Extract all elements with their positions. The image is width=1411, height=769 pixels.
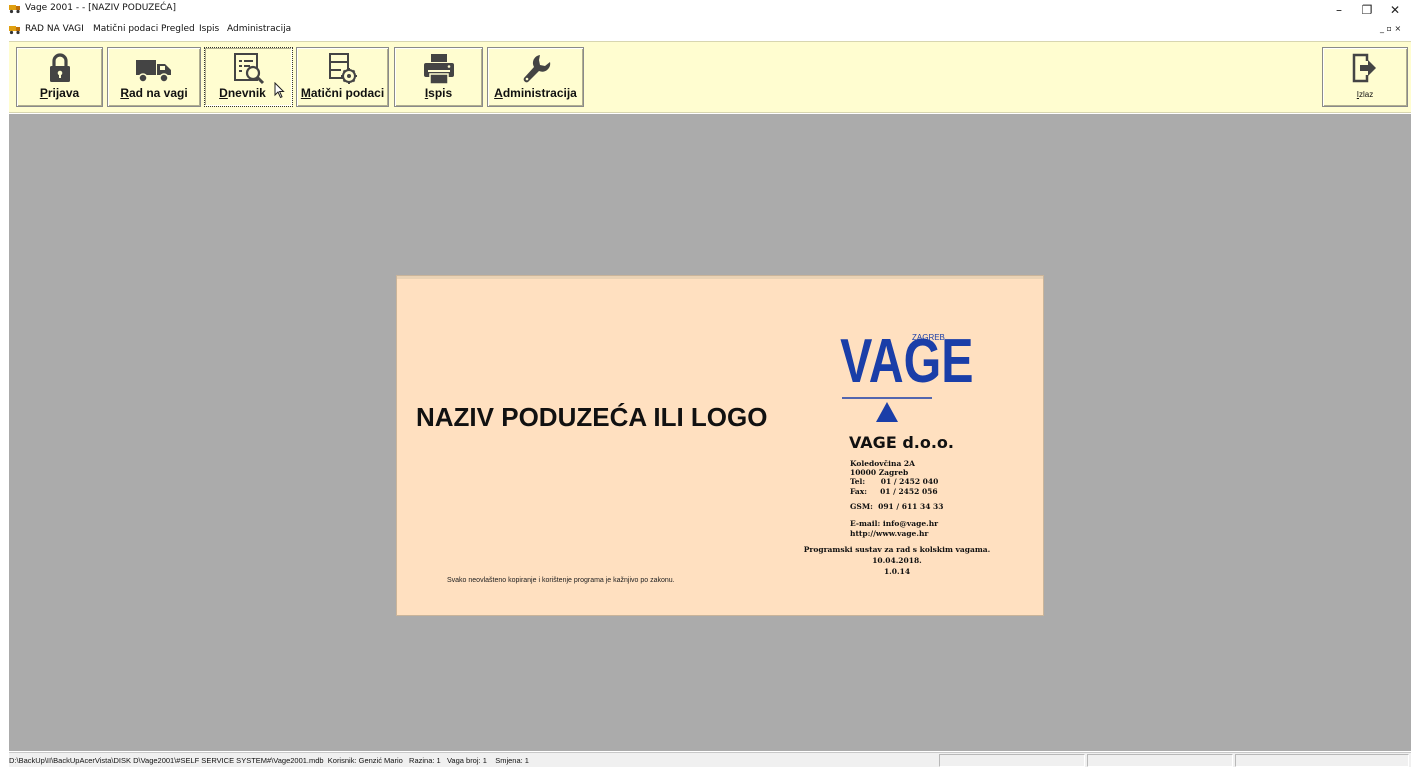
menu-ispis[interactable]: Ispis bbox=[199, 24, 219, 34]
status-panel-main: D:\BackUp\II\BackUpAcerVista\DISK D\Vage… bbox=[9, 754, 937, 767]
gsm-line: GSM: 091 / 611 34 33 bbox=[850, 502, 944, 511]
toolbar: Prijava Rad na vagi Dnevnik Matični poda… bbox=[9, 41, 1411, 113]
rad-na-vagi-button[interactable]: Rad na vagi bbox=[107, 47, 201, 107]
maticni-podaci-button[interactable]: Matični podaci bbox=[296, 47, 389, 107]
close-button[interactable]: ✕ bbox=[1381, 0, 1409, 20]
izlaz-label: Izlaz bbox=[1356, 90, 1374, 99]
rad-na-vagi-label: Rad na vagi bbox=[120, 86, 188, 100]
app-truck-icon bbox=[9, 5, 20, 14]
mdi-window-controls[interactable]: _ ▫ × bbox=[1380, 24, 1401, 33]
maticni-podaci-label: Matični podaci bbox=[300, 86, 385, 100]
prijava-label: Prijava bbox=[39, 86, 80, 100]
product-description: Programski sustav za rad s kolskim vagam… bbox=[803, 545, 991, 554]
web-line: http://www.vage.hr bbox=[850, 529, 929, 538]
splash-panel: NAZIV PODUZEĆA ILI LOGO Svako neovlašten… bbox=[396, 275, 1044, 616]
app-window: Vage 2001 - - [NAZIV PODUZEĆA] – ❐ ✕ RAD… bbox=[0, 0, 1411, 769]
wrench-icon bbox=[523, 55, 550, 83]
copyright-notice: Svako neovlašteno kopiranje i korištenje… bbox=[447, 577, 675, 584]
status-text: D:\BackUp\II\BackUpAcerVista\DISK D\Vage… bbox=[9, 756, 529, 765]
ispis-label: Ispis bbox=[424, 86, 453, 100]
status-panel-4 bbox=[1235, 754, 1409, 767]
lock-icon bbox=[49, 53, 70, 82]
minimize-button[interactable]: – bbox=[1325, 0, 1353, 20]
restore-button[interactable]: ❐ bbox=[1353, 0, 1381, 20]
vage-logo: VAGE ZAGREB bbox=[840, 326, 974, 422]
menu-rad-na-vagi[interactable]: RAD NA VAGI bbox=[25, 24, 84, 34]
menu-bar: RAD NA VAGI Matični podaci Pregled Ispis… bbox=[0, 22, 1411, 38]
status-panel-2 bbox=[939, 754, 1085, 767]
administracija-label: Administracija bbox=[494, 86, 577, 100]
printer-icon bbox=[423, 54, 454, 85]
menu-pregled[interactable]: Pregled bbox=[161, 24, 195, 34]
menu-maticni-podaci[interactable]: Matični podaci bbox=[93, 24, 158, 34]
administracija-button[interactable]: Administracija bbox=[487, 47, 584, 107]
exit-icon bbox=[1352, 53, 1376, 83]
settings-doc-icon bbox=[328, 53, 357, 84]
release-date: 10.04.2018. bbox=[872, 556, 922, 565]
fax-line: Fax: 01 / 2452 056 bbox=[850, 487, 938, 496]
mdi-child-icon bbox=[9, 26, 20, 35]
mouse-cursor-icon bbox=[274, 82, 285, 99]
vendor-name: VAGE d.o.o. bbox=[849, 433, 954, 452]
address-line1: Koledovčina 2A bbox=[850, 459, 915, 468]
logo-text: VAGE bbox=[840, 326, 973, 395]
address-line2: 10000 Zagreb bbox=[850, 468, 909, 477]
status-bar: D:\BackUp\II\BackUpAcerVista\DISK D\Vage… bbox=[9, 752, 1411, 767]
truck-icon bbox=[136, 60, 171, 83]
status-panel-3 bbox=[1087, 754, 1233, 767]
window-title: Vage 2001 - - [NAZIV PODUZEĆA] bbox=[25, 3, 176, 13]
prijava-button[interactable]: Prijava bbox=[16, 47, 103, 107]
ispis-button[interactable]: Ispis bbox=[394, 47, 483, 107]
version-number: 1.0.14 bbox=[883, 567, 911, 576]
log-search-icon bbox=[233, 53, 264, 85]
company-name-placeholder: NAZIV PODUZEĆA ILI LOGO bbox=[416, 402, 768, 432]
email-line: E-mail: info@vage.hr bbox=[850, 519, 939, 528]
izlaz-button[interactable]: Izlaz bbox=[1322, 47, 1408, 107]
logo-subtext: ZAGREB bbox=[912, 333, 945, 342]
tel-line: Tel: 01 / 2452 040 bbox=[850, 477, 939, 486]
title-bar: Vage 2001 - - [NAZIV PODUZEĆA] – ❐ ✕ bbox=[0, 0, 1411, 20]
menu-administracija[interactable]: Administracija bbox=[227, 24, 291, 34]
